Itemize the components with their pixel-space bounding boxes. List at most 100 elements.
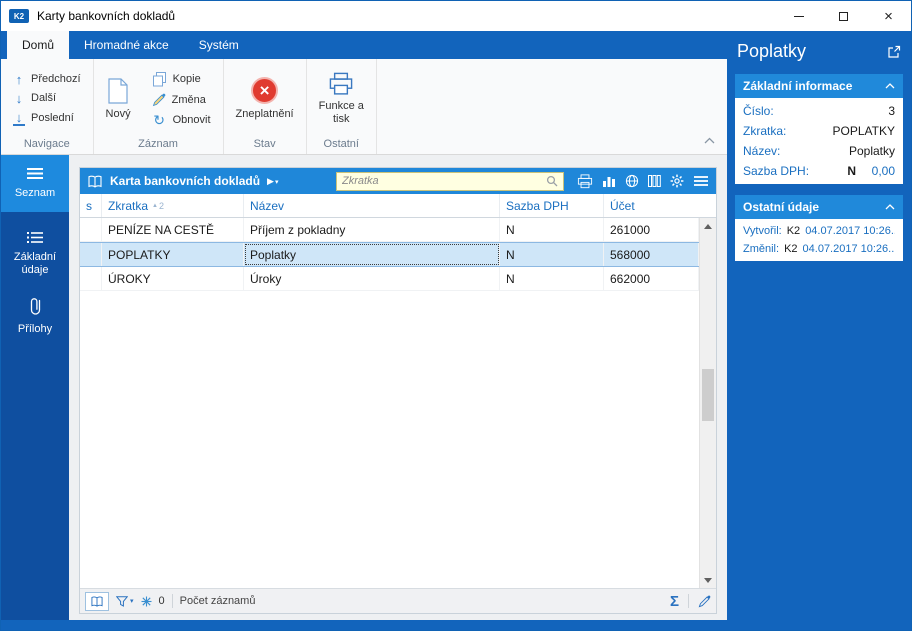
- sum-button[interactable]: Σ: [670, 594, 679, 609]
- cell-zkratka: PENÍZE NA CESTĚ: [102, 218, 244, 241]
- grid-status-bar: ▾ 0 Počet záznamů Σ: [80, 588, 716, 613]
- edit-button[interactable]: [698, 595, 711, 608]
- change-label: Změna: [171, 93, 206, 106]
- field-value: Poplatky: [848, 144, 895, 158]
- cell-nazev: Příjem z pokladny: [244, 218, 500, 241]
- invalidate-button[interactable]: × Zneplatnění: [228, 75, 302, 123]
- table-row[interactable]: ÚROKY Úroky N 662000: [80, 267, 699, 291]
- grid-menu-icon[interactable]: [693, 175, 709, 187]
- ribbon-group-navigace: ↑ Předchozí ↓ Další ↓ Poslední Navigace: [1, 59, 94, 154]
- caret-down-icon: ▾: [274, 178, 279, 186]
- table-row-selected[interactable]: POPLATKY Poplatky N 568000: [80, 242, 699, 267]
- column-header-zkratka[interactable]: Zkratka ▲ 2: [102, 194, 244, 217]
- field-timestamp: 04.07.2017 10:26...: [805, 225, 895, 237]
- tab-domu[interactable]: Domů: [7, 31, 70, 59]
- titlebar: K2 Karty bankovních dokladů ×: [1, 1, 911, 31]
- section-header-basic-info[interactable]: Základní informace: [735, 74, 903, 98]
- tab-hromadne-akce[interactable]: Hromadné akce: [69, 31, 184, 59]
- ribbon-collapse-button[interactable]: [704, 131, 715, 149]
- functions-print-button[interactable]: Funkce a tisk: [311, 70, 372, 127]
- change-button[interactable]: Změna: [148, 92, 215, 108]
- close-button[interactable]: ×: [866, 1, 911, 31]
- maximize-button[interactable]: [821, 1, 866, 31]
- group-label-stav: Stav: [253, 138, 276, 150]
- chevron-up-icon: [885, 204, 895, 210]
- arrow-down-last-icon: ↓: [13, 111, 25, 126]
- columns-icon[interactable]: [648, 175, 661, 187]
- scroll-down-button[interactable]: [700, 572, 716, 588]
- app-window: K2 Karty bankovních dokladů × Domů Hroma…: [0, 0, 912, 631]
- group-label-ostatni: Ostatní: [323, 138, 359, 150]
- group-label-navigace: Navigace: [23, 138, 70, 150]
- window-controls: ×: [776, 1, 911, 31]
- record-count-label: Počet záznamů: [179, 595, 256, 607]
- previous-button[interactable]: ↑ Předchozí: [9, 72, 85, 87]
- new-button[interactable]: Nový: [98, 76, 139, 123]
- sidebar-item-prilohy[interactable]: Přílohy: [1, 287, 69, 345]
- filter-button[interactable]: ▾: [116, 595, 134, 607]
- arrow-up-icon: ↑: [15, 71, 23, 87]
- filter-icon: [116, 595, 128, 607]
- section-title: Ostatní údaje: [743, 200, 820, 214]
- freeze-button[interactable]: [141, 596, 152, 607]
- copy-button[interactable]: Kopie: [148, 71, 215, 88]
- print-icon[interactable]: [577, 173, 593, 189]
- window-frame-bottom: [1, 620, 727, 630]
- section-header-other-info[interactable]: Ostatní údaje: [735, 195, 903, 219]
- row-state-cell: [80, 218, 102, 241]
- search-icon[interactable]: [546, 175, 558, 187]
- web-icon[interactable]: [625, 174, 639, 188]
- field-label: Změnil:: [743, 243, 780, 255]
- snowflake-icon: [141, 596, 152, 606]
- field-nazev: Název: Poplatky: [735, 141, 903, 161]
- minimize-button[interactable]: [776, 1, 821, 31]
- chevron-up-icon: [704, 137, 715, 144]
- refresh-button[interactable]: ↻ Obnovit: [148, 112, 215, 128]
- book-dropdown-button[interactable]: ▶ ▾: [267, 176, 279, 186]
- search-input[interactable]: [342, 175, 542, 187]
- field-label: Název:: [743, 144, 781, 158]
- cell-sazba-dph: N: [500, 243, 604, 266]
- book-view-button[interactable]: [85, 591, 109, 611]
- sidebar-item-seznam[interactable]: Seznam: [1, 155, 69, 212]
- column-header-nazev[interactable]: Název: [244, 194, 500, 217]
- cell-zkratka: POPLATKY: [102, 243, 244, 266]
- chart-icon[interactable]: [602, 175, 616, 188]
- tab-system[interactable]: Systém: [184, 31, 254, 59]
- cell-zkratka: ÚROKY: [102, 267, 244, 290]
- field-vytvoril: Vytvořil: K2 04.07.2017 10:26...: [735, 222, 903, 240]
- list-icon: [26, 231, 44, 244]
- scroll-thumb[interactable]: [702, 369, 714, 422]
- column-label-zkratka: Zkratka: [108, 198, 149, 213]
- new-document-icon: [108, 78, 128, 104]
- field-label: Sazba DPH:: [743, 164, 810, 178]
- last-button[interactable]: ↓ Poslední: [9, 110, 85, 127]
- sort-order-number: 2: [158, 200, 164, 211]
- ribbon-group-ostatni: Funkce a tisk Ostatní: [307, 59, 377, 154]
- vertical-scrollbar[interactable]: [699, 218, 716, 588]
- cell-ucet: 662000: [604, 267, 699, 290]
- field-value-secondary: 0,00: [871, 164, 895, 178]
- field-zkratka: Zkratka: POPLATKY: [735, 121, 903, 141]
- scroll-up-button[interactable]: [700, 218, 716, 234]
- field-zmenil: Změnil: K2 04.07.2017 10:26...: [735, 240, 903, 258]
- next-button[interactable]: ↓ Další: [9, 91, 85, 106]
- cell-ucet: 568000: [604, 243, 699, 266]
- scroll-track[interactable]: [700, 234, 716, 572]
- column-header-sazba-dph[interactable]: Sazba DPH: [500, 194, 604, 217]
- frozen-count: 0: [158, 595, 165, 607]
- detail-panel: Poplatky Základní informace Číslo: 3 Zkr…: [727, 31, 911, 630]
- table-row[interactable]: PENÍZE NA CESTĚ Příjem z pokladny N 2610…: [80, 218, 699, 242]
- field-label: Vytvořil:: [743, 225, 782, 237]
- column-header-ucet[interactable]: Účet: [604, 194, 716, 217]
- field-value: 3: [888, 104, 895, 118]
- grid-area: Karta bankovních dokladů ▶ ▾ Zkratka s Z…: [69, 155, 727, 620]
- column-header-s[interactable]: s: [80, 194, 102, 217]
- undock-button[interactable]: [887, 45, 901, 59]
- left-sidebar: Seznam Základní údaje Přílohy: [1, 155, 69, 620]
- refresh-icon: ↻: [153, 111, 165, 128]
- gear-icon[interactable]: [670, 174, 684, 188]
- copy-label: Kopie: [172, 73, 201, 85]
- field-label: Zkratka:: [743, 124, 787, 138]
- sidebar-item-zakladni-udaje[interactable]: Základní údaje: [1, 221, 69, 287]
